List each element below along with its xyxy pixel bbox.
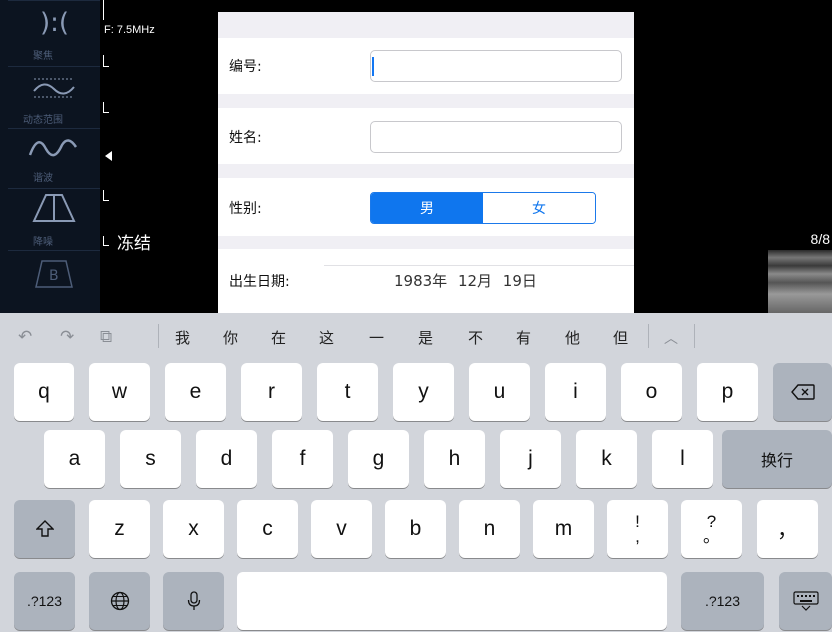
freeze-label[interactable]: 冻结 — [117, 229, 151, 254]
key-y[interactable]: y — [393, 363, 454, 421]
key-z[interactable]: z — [89, 500, 150, 558]
form-row-id: 编号: — [218, 38, 634, 94]
backspace-icon — [790, 384, 815, 400]
keyboard-dismiss-icon — [792, 591, 819, 611]
tool-b-mode[interactable]: B — [8, 250, 100, 313]
candidate[interactable]: 这 — [319, 327, 334, 348]
candidate[interactable]: 一 — [369, 327, 384, 348]
key-t[interactable]: t — [317, 363, 378, 421]
key-w[interactable]: w — [89, 363, 150, 421]
text-cursor — [372, 57, 374, 76]
key-s[interactable]: s — [120, 430, 181, 488]
tool-noise-reduction[interactable]: 降噪 — [8, 188, 100, 250]
key-f[interactable]: f — [272, 430, 333, 488]
key-x[interactable]: x — [163, 500, 224, 558]
tool-dynamic-range[interactable]: 动态范围 — [8, 66, 100, 128]
key-v[interactable]: v — [311, 500, 372, 558]
dynamic-range-icon — [33, 78, 75, 98]
name-field[interactable] — [370, 121, 622, 153]
name-label: 姓名: — [229, 130, 262, 146]
noise-reduction-icon — [32, 194, 76, 222]
tool-noise-reduction-label: 降噪 — [33, 237, 53, 248]
candidate[interactable]: 但 — [613, 327, 628, 348]
focus-icon: ):( — [40, 8, 69, 35]
candidate[interactable]: 是 — [418, 327, 433, 348]
image-thumbnail[interactable] — [768, 250, 832, 313]
tool-harmonic[interactable]: 谐波 — [8, 128, 100, 188]
candidate[interactable]: 在 — [271, 327, 286, 348]
key-j[interactable]: j — [500, 430, 561, 488]
key-h[interactable]: h — [424, 430, 485, 488]
depth-ruler — [100, 0, 218, 313]
shift-icon — [35, 520, 54, 537]
key-g[interactable]: g — [348, 430, 409, 488]
form-row-name: 姓名: — [218, 108, 634, 164]
gender-label: 性别: — [229, 201, 262, 217]
candidate-bar: ↶ ↷ ⧉ 我 你 在 这 一 是 不 有 他 但 ︿ — [0, 313, 832, 359]
key-o[interactable]: o — [621, 363, 682, 421]
key-question-period[interactable]: ?。 — [681, 500, 742, 558]
key-l[interactable]: l — [652, 430, 713, 488]
page-counter: 8/8 — [810, 231, 830, 247]
key-d[interactable]: d — [196, 430, 257, 488]
key-p[interactable]: p — [697, 363, 758, 421]
id-field[interactable] — [370, 50, 622, 82]
svg-text:B: B — [49, 268, 59, 284]
key-b[interactable]: b — [385, 500, 446, 558]
key-a[interactable]: a — [44, 430, 105, 488]
space-key[interactable] — [237, 572, 667, 630]
key-u[interactable]: u — [469, 363, 530, 421]
tool-focus-label: 聚焦 — [33, 51, 53, 62]
key-e[interactable]: e — [165, 363, 226, 421]
candidate[interactable]: 你 — [223, 327, 238, 348]
redo-icon[interactable]: ↷ — [60, 327, 74, 347]
numbers-key[interactable]: .?123 — [14, 572, 75, 630]
key-n[interactable]: n — [459, 500, 520, 558]
ultrasound-tool-strip: ):( 聚焦 动态范围 谐波 降噪 B — [0, 0, 100, 313]
focus-marker-icon — [105, 151, 112, 161]
shift-key[interactable] — [14, 500, 75, 558]
id-label: 编号: — [229, 59, 262, 75]
backspace-key[interactable] — [773, 363, 832, 421]
globe-key[interactable] — [89, 572, 150, 630]
microphone-icon — [187, 591, 200, 610]
dismiss-keyboard-key[interactable] — [779, 572, 832, 630]
b-mode-icon: B — [35, 260, 73, 288]
patient-form: 编号: 姓名: 性别: 男 女 出生日期: 1983年 12月 19日 — [218, 12, 634, 313]
candidate[interactable]: 他 — [565, 327, 580, 348]
candidate[interactable]: 我 — [175, 327, 190, 348]
numbers-key-right[interactable]: .?123 — [681, 572, 764, 630]
tool-dynamic-range-label: 动态范围 — [23, 115, 63, 126]
candidate[interactable]: 有 — [516, 327, 531, 348]
candidate[interactable]: 不 — [468, 327, 483, 348]
dob-label: 出生日期: — [229, 274, 290, 290]
dictation-key[interactable] — [163, 572, 224, 630]
key-k[interactable]: k — [576, 430, 637, 488]
paste-icon[interactable]: ⧉ — [100, 327, 112, 347]
key-q[interactable]: q — [14, 363, 74, 421]
onscreen-keyboard: ↶ ↷ ⧉ 我 你 在 这 一 是 不 有 他 但 ︿ q w e r t y … — [0, 313, 832, 632]
globe-icon — [110, 591, 129, 611]
svg-text:):(: ):( — [40, 8, 69, 35]
key-m[interactable]: m — [533, 500, 594, 558]
form-row-dob: 出生日期: 1983年 12月 19日 — [218, 249, 634, 313]
image-review-panel: 8/8 — [634, 12, 832, 313]
frequency-readout: F: 7.5MHz — [104, 24, 155, 36]
tool-focus[interactable]: ):( 聚焦 — [8, 0, 100, 66]
gender-segmented-control[interactable]: 男 女 — [370, 192, 596, 224]
dob-value[interactable]: 1983年 12月 19日 — [394, 270, 537, 291]
key-fullwidth-comma[interactable]: ， — [757, 500, 818, 558]
key-i[interactable]: i — [545, 363, 606, 421]
harmonic-icon — [28, 139, 78, 157]
undo-icon[interactable]: ↶ — [18, 327, 32, 347]
form-row-gender: 性别: 男 女 — [218, 178, 634, 236]
gender-option-female[interactable]: 女 — [483, 193, 595, 223]
key-exclaim-comma[interactable]: !, — [607, 500, 668, 558]
chevron-up-icon[interactable]: ︿ — [664, 328, 678, 348]
gender-option-male[interactable]: 男 — [371, 193, 483, 223]
return-key[interactable]: 换行 — [722, 430, 832, 488]
key-c[interactable]: c — [237, 500, 298, 558]
key-r[interactable]: r — [241, 363, 302, 421]
tool-harmonic-label: 谐波 — [33, 173, 53, 184]
